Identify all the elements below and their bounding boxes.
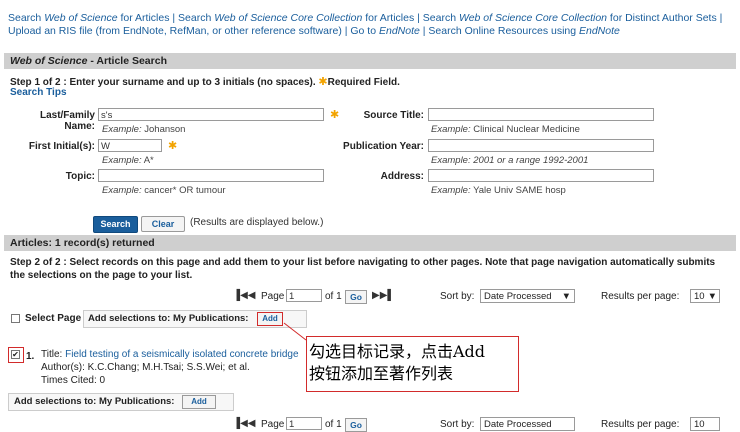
annotation-line-1: 勾选目标记录，点击Add xyxy=(309,342,486,361)
annotation-pointer-line xyxy=(283,322,307,341)
annotation-box: 勾选目标记录，点击Add 按钮添加至著作列表 xyxy=(306,336,519,392)
annotation-text: 勾选目标记录，点击Add 按钮添加至著作列表 xyxy=(309,341,485,385)
annotation-line-2: 按钮添加至著作列表 xyxy=(309,364,454,383)
